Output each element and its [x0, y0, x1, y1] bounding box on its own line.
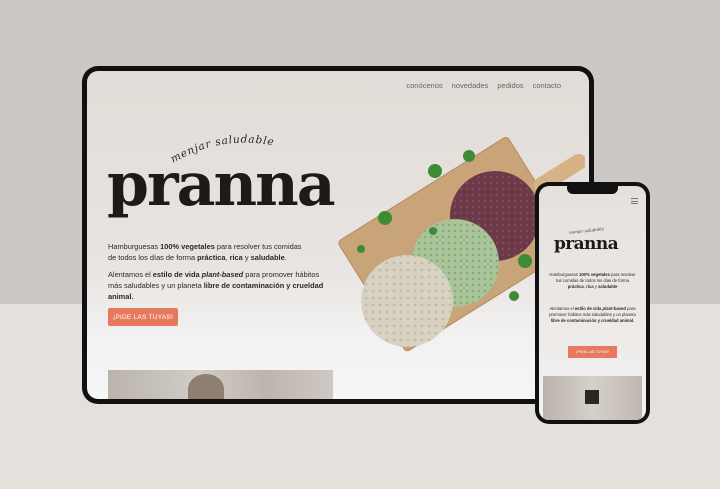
nav-item-conocenos[interactable]: conócenos: [406, 81, 442, 90]
package-image: [585, 390, 599, 404]
phone-intro-paragraph: Hamburguesas 100% vegetales para resolve…: [549, 272, 636, 289]
hamburger-menu-icon[interactable]: [631, 198, 638, 206]
brand-logo[interactable]: pranna: [107, 155, 336, 215]
phone-mockup: menjar saludable pranna Hamburguesas 100…: [535, 182, 650, 424]
nav-item-contacto[interactable]: contacto: [533, 81, 561, 90]
phone-notch: [567, 186, 618, 194]
nav-item-novedades[interactable]: novedades: [452, 81, 489, 90]
product-photo: [108, 370, 333, 399]
intro-paragraph: Hamburguesas 100% vegetales para resolve…: [108, 242, 302, 262]
order-button[interactable]: ¡PIDE LAS TUYAS!: [108, 308, 178, 326]
tablet-mockup: conócenos novedades pedidos contacto men…: [82, 66, 594, 404]
phone-brand-logo[interactable]: pranna: [554, 234, 619, 254]
phone-product-photo: [543, 376, 642, 420]
hand-image: [188, 374, 224, 399]
top-nav: conócenos novedades pedidos contacto: [406, 81, 561, 90]
phone-order-button[interactable]: ¡PIDE LAS TUYAS!: [568, 346, 617, 358]
nav-item-pedidos[interactable]: pedidos: [497, 81, 523, 90]
phone-screen: menjar saludable pranna Hamburguesas 100…: [539, 186, 646, 420]
tablet-screen: conócenos novedades pedidos contacto men…: [87, 71, 589, 399]
phone-lifestyle-paragraph: Alentamos el estilo de vida plant-based …: [549, 306, 636, 323]
lifestyle-paragraph: Alentamos el estilo de vida plant-based …: [108, 270, 324, 301]
